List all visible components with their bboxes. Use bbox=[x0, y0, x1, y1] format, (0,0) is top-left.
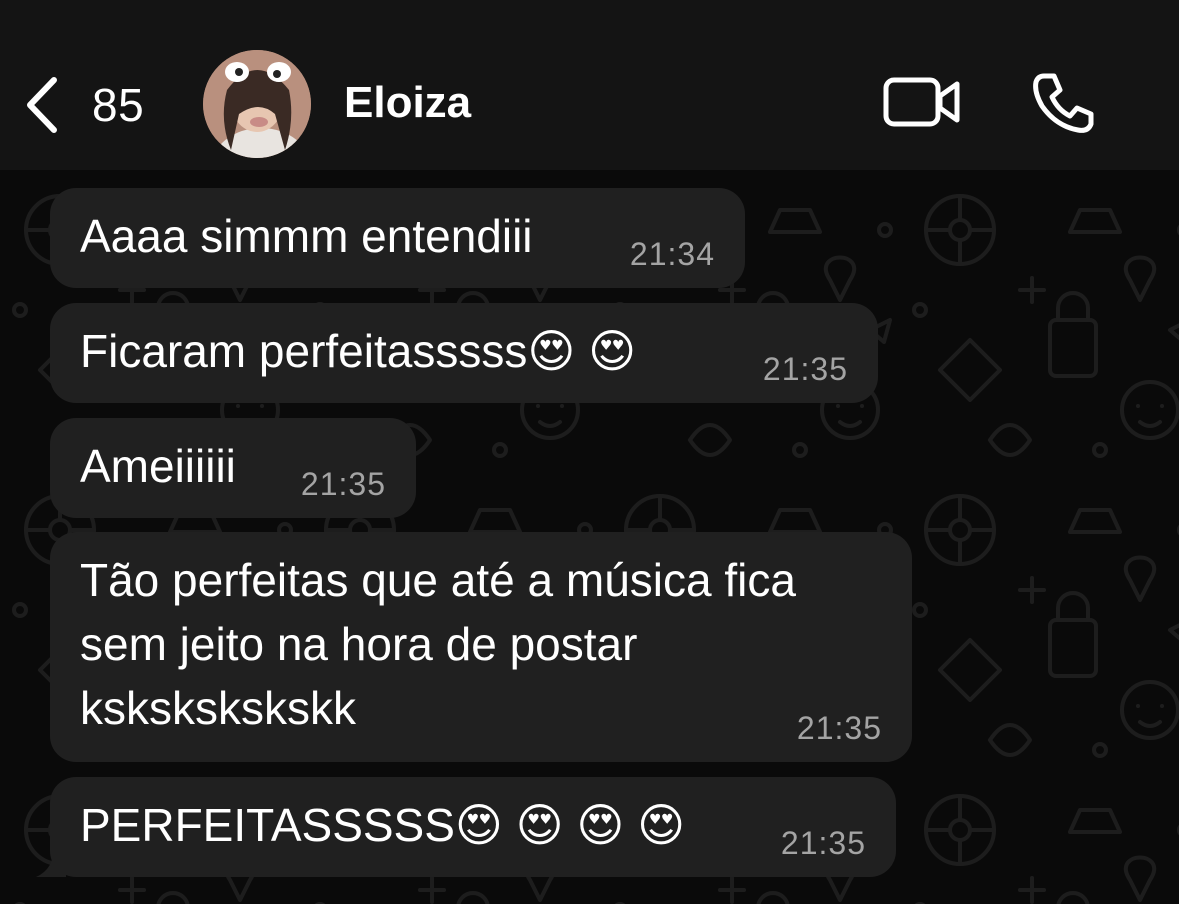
message-timestamp: 21:35 bbox=[780, 825, 866, 861]
contact-name[interactable]: Eloiza bbox=[344, 78, 471, 128]
message-timestamp: 21:35 bbox=[762, 351, 848, 387]
message-timestamp: 21:35 bbox=[796, 710, 882, 746]
message-list: Aaaa simmm entendiii 21:34 Ficaram perfe… bbox=[0, 170, 1179, 904]
video-call-button[interactable] bbox=[882, 74, 962, 135]
message-bubble[interactable]: Tão perfeitas que até a música fica sem … bbox=[50, 532, 912, 762]
message-text: Ficaram perfeitasssss😍 😍 bbox=[80, 325, 637, 377]
message-text: PERFEITASSSSS😍 😍 😍 😍 bbox=[80, 799, 686, 851]
message-timestamp: 21:35 bbox=[300, 466, 386, 502]
back-button[interactable]: 85 bbox=[22, 72, 144, 138]
message-text: Aaaa simmm entendiii bbox=[80, 210, 533, 262]
bubble-tail bbox=[36, 847, 66, 877]
phone-icon bbox=[1030, 73, 1098, 140]
video-camera-icon bbox=[882, 77, 962, 134]
contact-avatar[interactable] bbox=[203, 50, 311, 158]
message-bubble[interactable]: Aaaa simmm entendiii 21:34 bbox=[50, 188, 745, 288]
unread-count: 85 bbox=[92, 79, 145, 131]
avatar-image bbox=[203, 50, 311, 158]
voice-call-button[interactable] bbox=[1030, 70, 1098, 141]
chat-screen: 85 Eloiza Aaaa simmm entendiii 21:34 Fic… bbox=[0, 0, 1179, 904]
message-bubble[interactable]: Ameiiiiii 21:35 bbox=[50, 418, 416, 518]
message-bubble[interactable]: Ficaram perfeitasssss😍 😍 21:35 bbox=[50, 303, 878, 403]
chat-header: 85 Eloiza bbox=[0, 0, 1179, 170]
message-text: Tão perfeitas que até a música fica sem … bbox=[80, 554, 796, 734]
message-timestamp: 21:34 bbox=[629, 236, 715, 272]
chevron-left-icon bbox=[22, 74, 62, 136]
message-bubble[interactable]: PERFEITASSSSS😍 😍 😍 😍 21:35 bbox=[50, 777, 896, 877]
